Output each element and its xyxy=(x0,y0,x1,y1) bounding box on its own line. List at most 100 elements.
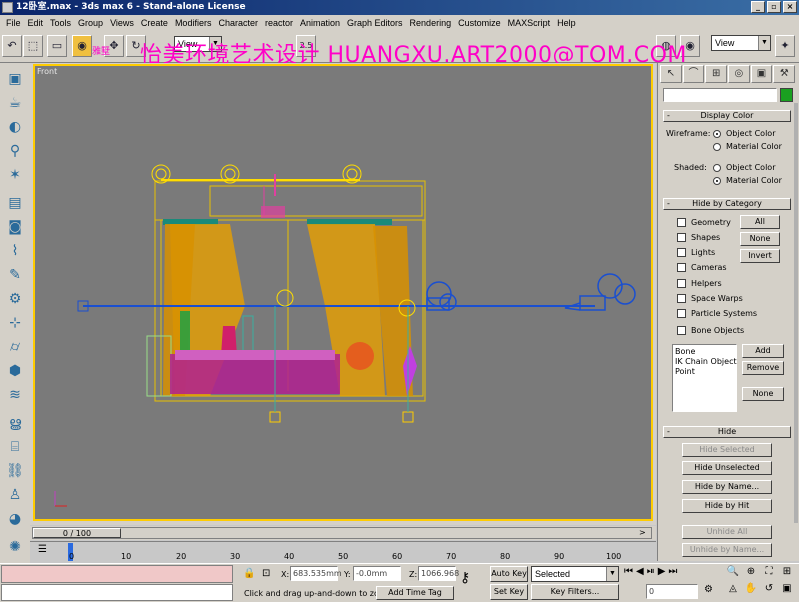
hide-by-name-button[interactable]: Hide by Name... xyxy=(682,480,772,494)
spring-icon[interactable]: ൠ xyxy=(4,413,26,433)
time-slider[interactable]: 0 / 100 > xyxy=(32,527,652,539)
invert-button[interactable]: Invert xyxy=(740,249,780,263)
hierarchy-tab-icon[interactable]: ⊞ xyxy=(705,65,728,83)
maxscript-listener[interactable] xyxy=(1,565,233,583)
menu-maxscript[interactable]: MAXScript xyxy=(505,18,555,28)
select-icon[interactable]: ⬚ xyxy=(23,35,43,57)
hide-by-hit-button[interactable]: Hide by Hit xyxy=(682,499,772,513)
teapot-icon[interactable]: ☕ xyxy=(4,93,26,113)
hide-selected-button[interactable]: Hide Selected xyxy=(682,443,772,457)
menu-file[interactable]: File xyxy=(3,18,25,28)
helpers-checkbox[interactable] xyxy=(677,279,686,288)
object-name-field[interactable] xyxy=(663,88,777,102)
menu-group[interactable]: Group xyxy=(75,18,107,28)
bone-objects-checkbox[interactable] xyxy=(677,326,686,335)
play-icon[interactable]: ⏯ xyxy=(647,566,655,577)
gear-icon[interactable]: ⚙ xyxy=(4,289,26,309)
menu-rendering[interactable]: Rendering xyxy=(407,18,456,28)
key-icon[interactable]: ⚷ xyxy=(460,570,470,586)
layers-icon[interactable]: ▤ xyxy=(4,193,26,213)
tube-icon[interactable]: ⌇ xyxy=(4,241,26,261)
menu-modifiers[interactable]: Modifiers xyxy=(172,18,216,28)
list-item[interactable]: IK Chain Object xyxy=(675,357,737,366)
absolute-mode-icon[interactable]: ⊡ xyxy=(262,568,270,579)
auto-key-button[interactable]: Auto Key xyxy=(490,566,528,582)
zoom-all-icon[interactable]: ⊕ xyxy=(742,566,760,583)
hide-by-category-rollout-header[interactable]: - Hide by Category xyxy=(663,198,791,210)
slider-right-arrow[interactable]: > xyxy=(639,528,646,537)
camera-icon[interactable]: ◙ xyxy=(4,217,26,237)
close-button[interactable]: × xyxy=(783,1,797,13)
zoom-extents-all-icon[interactable]: ⊞ xyxy=(778,566,796,583)
lock-icon[interactable]: 🔒 xyxy=(243,568,255,579)
list-item[interactable]: Point xyxy=(675,367,695,376)
menu-tools[interactable]: Tools xyxy=(47,18,75,28)
maximize-button[interactable]: ▫ xyxy=(767,1,781,13)
cube-icon[interactable]: ⬢ xyxy=(4,361,26,381)
shapes-checkbox[interactable] xyxy=(677,233,686,242)
x-coordinate-field[interactable]: 683.535mm xyxy=(290,566,342,581)
set-key-button[interactable]: Set Key xyxy=(490,584,528,600)
wave-icon[interactable]: ≋ xyxy=(4,385,26,405)
cameras-checkbox[interactable] xyxy=(677,263,686,272)
current-frame-field[interactable]: 0 xyxy=(646,584,698,599)
shaded-material-color-radio[interactable] xyxy=(713,177,721,185)
render-last-icon[interactable]: ✦ xyxy=(775,35,795,57)
zoom-extents-icon[interactable]: ⛶ xyxy=(760,566,778,583)
maximize-viewport-icon[interactable]: ▣ xyxy=(778,583,796,600)
object-color-swatch[interactable] xyxy=(780,88,793,102)
time-config-icon[interactable]: ⚙ xyxy=(704,584,713,595)
front-viewport[interactable]: Front xyxy=(33,64,653,521)
menu-edit[interactable]: Edit xyxy=(25,18,48,28)
display-color-rollout-header[interactable]: - Display Color xyxy=(663,110,791,122)
pen-icon[interactable]: ✎ xyxy=(4,265,26,285)
link-icon[interactable]: ⛓ xyxy=(4,461,26,481)
key-filters-button[interactable]: Key Filters... xyxy=(531,584,619,600)
menu-create[interactable]: Create xyxy=(138,18,172,28)
star-icon[interactable]: ✶ xyxy=(4,165,26,185)
create-tab-icon[interactable]: ↖ xyxy=(660,65,682,83)
menu-graph-editors[interactable]: Graph Editors xyxy=(344,18,407,28)
lights-checkbox[interactable] xyxy=(677,248,686,257)
unhide-by-name-button[interactable]: Unhide by Name... xyxy=(682,543,772,557)
arc-rotate-icon[interactable]: ↺ xyxy=(760,583,778,600)
field-of-view-icon[interactable]: ◬ xyxy=(724,583,742,600)
previous-frame-icon[interactable]: ◀ xyxy=(636,566,644,577)
sphere-icon-2[interactable]: ◕ xyxy=(4,509,26,529)
pan-icon[interactable]: ✋ xyxy=(742,583,760,600)
zoom-icon[interactable]: 🔍 xyxy=(724,566,742,583)
add-button[interactable]: Add xyxy=(742,344,784,358)
geometry-checkbox[interactable] xyxy=(677,218,686,227)
select-filter-icon[interactable]: ◉ xyxy=(72,35,92,57)
all-button[interactable]: All xyxy=(740,215,780,229)
category-list[interactable]: Bone IK Chain Object Point xyxy=(672,344,737,412)
selected-dropdown[interactable]: Selected ▼ xyxy=(531,566,619,582)
menu-views[interactable]: Views xyxy=(107,18,138,28)
remove-button[interactable]: Remove xyxy=(742,361,784,375)
atom-icon[interactable]: ✺ xyxy=(4,537,26,557)
add-time-tag-button[interactable]: Add Time Tag xyxy=(376,586,454,600)
menu-animation[interactable]: Animation xyxy=(297,18,344,28)
lamp-icon[interactable]: ⚲ xyxy=(4,141,26,161)
z-coordinate-field[interactable]: 1066.968 xyxy=(418,566,459,581)
character-icon[interactable]: ♙ xyxy=(4,485,26,505)
display-tab-icon[interactable]: ▣ xyxy=(750,65,773,83)
unhide-all-button[interactable]: Unhide All xyxy=(682,525,772,539)
none-list-button[interactable]: None xyxy=(742,387,784,401)
time-slider-thumb[interactable]: 0 / 100 xyxy=(33,528,121,538)
menu-customize[interactable]: Customize xyxy=(455,18,505,28)
wireframe-object-color-radio[interactable] xyxy=(713,130,721,138)
sphere-icon[interactable]: ◐ xyxy=(4,117,26,137)
particle-systems-checkbox[interactable] xyxy=(677,309,686,318)
space-warps-checkbox[interactable] xyxy=(677,294,686,303)
hide-rollout-header[interactable]: - Hide xyxy=(663,426,791,438)
select-region-icon[interactable]: ▭ xyxy=(47,35,67,57)
y-coordinate-field[interactable]: -0.0mm xyxy=(353,566,401,581)
menu-character[interactable]: Character xyxy=(215,18,262,28)
track-bar-menu-icon[interactable]: ☰ xyxy=(38,544,47,555)
modify-tab-icon[interactable]: ⌒ xyxy=(682,65,705,83)
go-to-end-icon[interactable]: ⏭ xyxy=(668,566,677,577)
go-to-start-icon[interactable]: ⏮ xyxy=(624,566,633,577)
render-type-dropdown[interactable]: View ▼ xyxy=(711,35,771,51)
minimize-button[interactable]: _ xyxy=(751,1,765,13)
